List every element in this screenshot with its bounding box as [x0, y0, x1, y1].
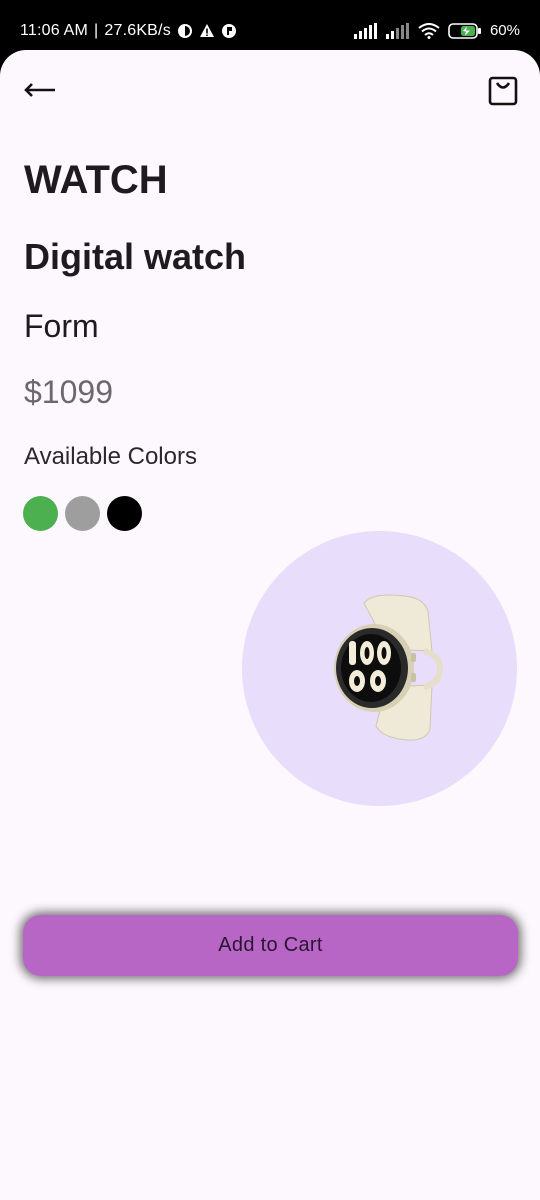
product-category: WATCH [24, 158, 168, 202]
shopping-bag-icon [488, 76, 518, 106]
color-swatch-green[interactable] [23, 496, 58, 531]
back-button[interactable] [22, 76, 58, 104]
color-swatch-gray[interactable] [65, 496, 100, 531]
smartwatch-image [334, 594, 444, 741]
color-swatches [23, 496, 142, 531]
battery-icon [448, 22, 481, 39]
vpn-icon [221, 24, 236, 38]
warning-icon [199, 24, 214, 37]
product-name: Digital watch [24, 236, 247, 277]
color-swatch-black[interactable] [107, 496, 142, 531]
status-divider: | [94, 22, 99, 39]
cart-button[interactable] [488, 74, 518, 106]
product-image-backdrop [242, 531, 517, 806]
available-colors-label: Available Colors [24, 443, 197, 470]
status-left: 11:06 AM | 27.6KB/s [20, 22, 237, 40]
wifi-icon [418, 22, 440, 39]
product-form: Form [24, 308, 99, 344]
network-speed: 27.6KB/s [104, 22, 171, 39]
status-right: 60% [353, 22, 520, 39]
product-price: $1099 [24, 374, 113, 410]
status-time: 11:06 AM [20, 22, 89, 39]
product-detail-screen: WATCH Digital watch Form $1099 Available… [0, 50, 540, 1200]
battery-percent: 60% [489, 22, 520, 39]
data-saver-icon [177, 24, 192, 38]
signal-icon [353, 22, 377, 39]
arrow-left-icon [24, 83, 55, 97]
signal-2-icon [385, 22, 409, 39]
add-to-cart-button[interactable]: Add to Cart [23, 915, 518, 976]
